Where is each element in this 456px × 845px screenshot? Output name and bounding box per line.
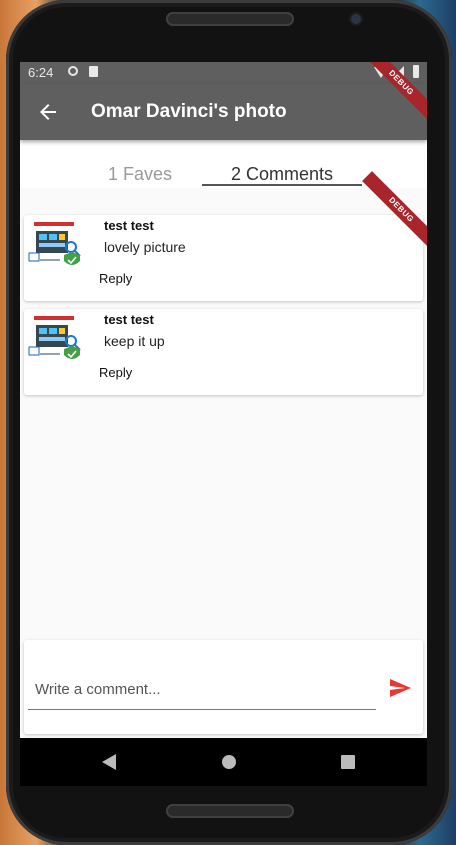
- nav-recents-icon[interactable]: [341, 755, 355, 769]
- comment-card: test test keep it up Reply: [24, 309, 423, 395]
- app-screen: 6:24 Omar Davinci's photo DEBUG 1 Faves …: [20, 62, 427, 738]
- top-speaker: [166, 12, 294, 26]
- reply-button[interactable]: Reply: [97, 363, 134, 382]
- bottom-speaker: [166, 804, 294, 818]
- nav-back-icon[interactable]: [102, 754, 116, 770]
- comment-input[interactable]: [28, 670, 376, 710]
- avatar: [26, 219, 82, 269]
- page-title: Omar Davinci's photo: [91, 101, 287, 122]
- comment-author: test test: [104, 312, 154, 327]
- app-bar: Omar Davinci's photo: [20, 84, 427, 140]
- comment-composer: [24, 640, 423, 734]
- comment-text: keep it up: [104, 333, 165, 349]
- comment-author: test test: [104, 218, 154, 233]
- reply-button[interactable]: Reply: [97, 269, 134, 288]
- comment-card: test test lovely picture Reply: [24, 215, 423, 301]
- comment-text: lovely picture: [104, 239, 186, 255]
- tab-indicator: [202, 184, 362, 186]
- android-nav-bar: [20, 738, 427, 786]
- status-time: 6:24: [28, 65, 54, 80]
- battery-icon: [413, 65, 419, 78]
- avatar: [26, 313, 82, 363]
- tab-comments[interactable]: 2 Comments: [202, 164, 362, 185]
- status-bar: 6:24: [20, 62, 427, 84]
- nav-home-icon[interactable]: [222, 755, 236, 769]
- notification-icon: [68, 66, 78, 76]
- arrow-back-icon[interactable]: [36, 100, 60, 124]
- sd-card-icon: [89, 66, 98, 77]
- send-icon[interactable]: [388, 676, 412, 700]
- front-camera: [351, 14, 361, 24]
